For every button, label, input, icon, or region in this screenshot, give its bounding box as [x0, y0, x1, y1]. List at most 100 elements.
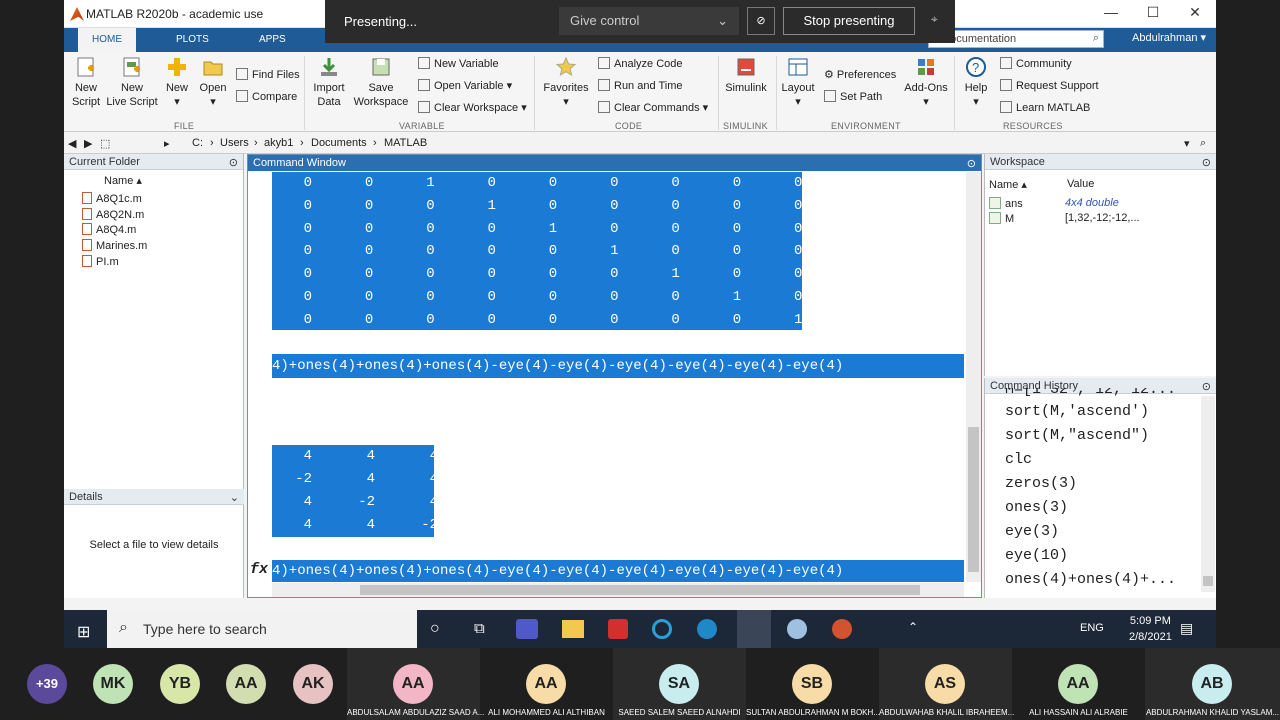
pin-icon[interactable]: ⌖	[931, 12, 938, 27]
panel-menu-icon[interactable]: ⊙	[229, 156, 238, 169]
compare-button[interactable]: Compare	[236, 90, 297, 103]
participant-avatar[interactable]: AK	[293, 664, 333, 704]
file-item[interactable]: A8Q1c.m	[82, 192, 142, 205]
tab-apps[interactable]: APPS	[245, 28, 300, 52]
app-icon[interactable]	[787, 619, 807, 639]
analyze-code-button[interactable]: Analyze Code	[598, 57, 683, 70]
tray-chevron-icon[interactable]: ⌃	[908, 620, 918, 634]
add-ons-button[interactable]: Add-Ons ▾	[902, 56, 950, 109]
history-item[interactable]: eye(3)	[1005, 520, 1201, 544]
import-data-button[interactable]: Import Data	[310, 56, 348, 109]
history-item[interactable]: sort(M,"ascend")	[1005, 424, 1201, 448]
breadcrumb-users[interactable]: Users	[220, 137, 249, 149]
task-view-icon[interactable]: ⧉	[474, 620, 485, 637]
command-prompt-line[interactable]: 4)+ones(4)+ones(4)+ones(4)-eye(4)-eye(4)…	[272, 560, 964, 582]
workspace-var-row[interactable]: M [1,32,-12;-12,...	[989, 212, 1215, 225]
breadcrumb-drive[interactable]: C:	[192, 137, 203, 149]
preferences-button[interactable]: ⚙ Preferences	[824, 68, 896, 81]
acrobat-icon[interactable]	[608, 619, 628, 639]
back-arrow-icon[interactable]: ◀	[68, 137, 76, 150]
edge-icon[interactable]	[697, 619, 717, 639]
breadcrumb-matlab[interactable]: MATLAB	[384, 137, 427, 149]
participant-tile[interactable]: AA ABDULSALAM ABDULAZIZ SAAD A...	[347, 648, 484, 720]
file-item[interactable]: A8Q2N.m	[82, 208, 144, 221]
file-explorer-icon[interactable]	[562, 620, 584, 638]
save-workspace-button[interactable]: Save Workspace	[352, 56, 410, 109]
history-item[interactable]: eye(10)	[1005, 544, 1201, 568]
breadcrumb-documents[interactable]: Documents	[311, 137, 367, 149]
history-item[interactable]: clc	[1005, 448, 1201, 472]
new-button[interactable]: New ▾	[162, 56, 192, 109]
stop-presenting-button[interactable]: Stop presenting	[783, 7, 915, 35]
file-item[interactable]: PI.m	[82, 255, 119, 268]
new-script-button[interactable]: New Script	[68, 56, 104, 109]
taskbar-search-box[interactable]: ⌕ Type here to search	[107, 610, 417, 648]
history-item[interactable]: ones(3)	[1005, 496, 1201, 520]
minimize-button[interactable]: —	[1097, 4, 1125, 24]
cortana-icon[interactable]: ○	[430, 620, 440, 638]
open-button[interactable]: Open ▾	[197, 56, 229, 109]
forward-arrow-icon[interactable]: ▶	[84, 137, 92, 150]
vertical-scrollbar[interactable]	[966, 172, 981, 582]
new-live-script-button[interactable]: New Live Script	[106, 56, 158, 109]
pause-share-icon[interactable]: ⊘	[747, 7, 775, 35]
scrollbar-thumb[interactable]	[1203, 576, 1213, 586]
participant-avatar[interactable]: MK	[93, 664, 133, 704]
user-account-menu[interactable]: Abdulrahman ▾	[1132, 31, 1206, 44]
fx-icon[interactable]: fx	[250, 561, 268, 578]
participant-tile[interactable]: AA ALI HASSAIN ALI ALRABIE	[1012, 648, 1145, 720]
powerpoint-icon[interactable]	[832, 619, 852, 639]
request-support-button[interactable]: Request Support	[1000, 79, 1099, 92]
open-variable-button[interactable]: Open Variable ▾	[418, 79, 512, 92]
history-item[interactable]: ones(4)+ones(4)+...	[1005, 568, 1201, 592]
help-button[interactable]: ? Help ▾	[960, 56, 992, 109]
participant-tile[interactable]: SB SULTAN ABDULRAHMAN M BOKH...	[746, 648, 880, 720]
breadcrumb-user[interactable]: akyb1	[264, 137, 293, 149]
run-and-time-button[interactable]: Run and Time	[598, 79, 682, 92]
community-button[interactable]: Community	[1000, 57, 1072, 70]
vertical-scrollbar[interactable]	[1201, 396, 1215, 592]
value-column-header[interactable]: Value	[1067, 178, 1094, 190]
notification-icon[interactable]: ▤	[1180, 620, 1193, 637]
maximize-button[interactable]: ☐	[1139, 4, 1167, 24]
search-icon[interactable]: ⌕	[1093, 32, 1099, 45]
path-dropdown-icon[interactable]: ▾	[1184, 137, 1190, 150]
participant-avatar[interactable]: AA	[226, 664, 266, 704]
favorites-button[interactable]: Favorites ▾	[542, 56, 590, 109]
panel-menu-icon[interactable]: ⊙	[1202, 156, 1211, 169]
windows-start-icon[interactable]: ⊞	[77, 622, 90, 642]
app-icon[interactable]	[652, 619, 672, 639]
panel-menu-icon[interactable]: ⊙	[967, 157, 976, 170]
more-participants-badge[interactable]: +39	[27, 664, 67, 704]
workspace-var-row[interactable]: ans 4x4 double	[989, 197, 1215, 210]
teams-icon[interactable]	[516, 619, 538, 639]
file-item[interactable]: Marines.m	[82, 239, 147, 252]
scrollbar-thumb[interactable]	[360, 585, 920, 595]
close-button[interactable]: ✕	[1181, 4, 1209, 24]
up-folder-icon[interactable]: ⬚	[100, 137, 110, 150]
history-item[interactable]: sort(M,'ascend')	[1005, 400, 1201, 424]
simulink-button[interactable]: Simulink	[724, 56, 768, 95]
command-window[interactable]: Command Window ⊙ 001000000000100000000010…	[247, 154, 982, 598]
scrollbar-thumb[interactable]	[968, 427, 979, 572]
file-item[interactable]: A8Q4.m	[82, 223, 136, 236]
learn-matlab-button[interactable]: Learn MATLAB	[1000, 101, 1090, 114]
participant-avatar[interactable]: YB	[160, 664, 200, 704]
tab-home[interactable]: HOME	[78, 28, 136, 52]
history-item[interactable]: M=[1 32 , 12, 12...	[1005, 388, 1201, 400]
horizontal-scrollbar[interactable]	[272, 583, 964, 597]
matlab-taskbar-icon[interactable]	[737, 610, 771, 648]
participant-tile[interactable]: SA SAEED SALEM SAEED ALNAHDI	[613, 648, 746, 720]
participant-tile[interactable]: AA ALI MOHAMMED ALI ALTHIBAN	[480, 648, 613, 720]
clear-commands-button[interactable]: Clear Commands ▾	[598, 101, 708, 114]
tab-plots[interactable]: PLOTS	[162, 28, 223, 52]
language-indicator[interactable]: ENG	[1080, 622, 1104, 634]
new-variable-button[interactable]: New Variable	[418, 57, 499, 70]
collapse-icon[interactable]: ⌄	[230, 491, 239, 504]
participant-tile[interactable]: AS ABDULWAHAB KHALIL IBRAHEEM...	[879, 648, 1014, 720]
search-icon[interactable]: ⌕	[1200, 137, 1206, 150]
history-item[interactable]: zeros(3)	[1005, 472, 1201, 496]
set-path-button[interactable]: Set Path	[824, 90, 882, 103]
name-column-header[interactable]: Name ▴	[104, 174, 142, 187]
find-files-button[interactable]: Find Files	[236, 68, 300, 81]
